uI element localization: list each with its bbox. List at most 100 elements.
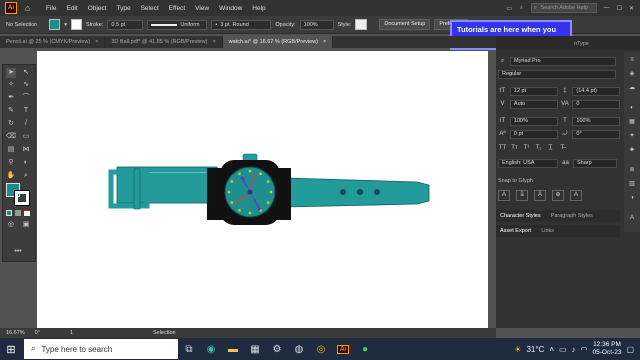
leading-field[interactable]: (14.4 pt) [572,87,620,96]
pen-tool-icon[interactable]: ✒ [6,93,16,103]
menu-window[interactable]: Window [214,5,247,12]
tab-links[interactable]: Links [541,228,554,234]
pencil-tool-icon[interactable]: ✎ [6,106,16,116]
eyedropper-tool-icon[interactable]: ⚲ [6,158,16,168]
color-icon[interactable]: ◐ [628,104,636,112]
strikethrough-icon[interactable]: T̶ [558,144,567,153]
tab-character-styles[interactable]: Character Styles [500,213,541,219]
chevron-down-icon[interactable]: ▾ [64,22,67,28]
direct-selection-tool-icon[interactable]: ↖ [21,68,31,78]
snap-glyph-bounds-icon[interactable]: Ä [534,190,546,201]
width-tool-icon[interactable]: ⋈ [21,145,31,155]
snap-xheight-icon[interactable]: ā [516,190,528,201]
libraries-icon[interactable]: ☁ [628,84,636,92]
settings-icon[interactable]: ⚙ [266,338,288,360]
close-icon[interactable]: × [323,39,326,45]
home-icon[interactable]: ⌂ [25,3,35,13]
clock[interactable]: 12:36 PM 05-Oct-23 [593,341,622,357]
brush-select[interactable]: • 3 pt. Round [211,19,272,30]
taskbar-search-input[interactable]: ⌕ Type here to search [24,339,178,359]
tab-3d-ball[interactable]: 3D Ball.pdf* @ 41.85 % (RGB/Preview) × [105,36,223,48]
watch-artwork[interactable] [37,51,488,328]
rotate-tool-icon[interactable]: ↻ [6,119,16,129]
tab-watch[interactable]: watch.ai* @ 16.67 % (RGB/Preview) × [222,36,334,48]
selection-tool-icon[interactable]: ➤ [6,68,16,78]
vertical-scale-field[interactable]: 100% [509,117,558,126]
rotation-view[interactable]: 0° [35,330,40,336]
file-explorer-icon[interactable]: ▬ [222,338,244,360]
volume-icon[interactable]: ♪ [572,345,576,354]
swatches-icon[interactable]: ▦ [628,118,636,126]
minimize-button[interactable]: — [604,5,610,11]
weather-icon[interactable]: ☀ [514,345,521,354]
rectangle-tool-icon[interactable]: ▭ [21,132,31,142]
steam-icon[interactable]: ◍ [288,338,310,360]
whatsapp-icon[interactable]: ● [354,338,376,360]
opacity-field[interactable]: 100% [299,19,334,30]
properties-icon[interactable]: ≡ [628,56,636,64]
font-family-select[interactable]: Myriad Pro [510,57,616,66]
character-icon[interactable]: A [628,214,636,222]
character-rotation-field[interactable]: 0° [572,130,620,139]
tab-asset-export[interactable]: Asset Export [500,228,531,234]
stroke-color-icon[interactable] [14,190,30,206]
gradient-mode-icon[interactable] [15,210,21,216]
subscript-icon[interactable]: T₁ [534,144,543,153]
artboard-navigator[interactable]: 1 [70,330,73,336]
illustrator-icon[interactable]: Ai [332,338,354,360]
menu-help[interactable]: Help [247,5,270,12]
arrange-documents-icon[interactable]: ▭ [506,5,512,12]
style-swatch[interactable] [355,19,368,30]
fill-swatch[interactable] [49,19,61,30]
language-select[interactable]: English: USA [498,159,558,168]
draw-mode-icon[interactable]: ◎ [6,220,16,230]
edit-toolbar-icon[interactable]: ••• [13,247,23,257]
maximize-button[interactable]: ☐ [617,5,622,12]
font-style-select[interactable]: Regular [498,70,616,79]
menu-view[interactable]: View [190,5,214,12]
baseline-shift-field[interactable]: 0 pt [509,130,558,139]
snap-baseline-icon[interactable]: Ā [498,190,510,201]
menu-type[interactable]: Type [111,5,135,12]
notifications-icon[interactable]: ▢ [626,345,634,354]
store-icon[interactable]: ▦ [244,338,266,360]
zoom-level[interactable]: 16.67% [6,330,25,336]
antialias-select[interactable]: Sharp [573,159,617,168]
menu-edit[interactable]: Edit [61,5,82,12]
symbols-icon[interactable]: ♣ [628,146,636,154]
type-tool-icon[interactable]: T [21,106,31,116]
edge-icon[interactable]: ◉ [200,338,222,360]
close-icon[interactable]: × [95,39,98,45]
lasso-tool-icon[interactable]: ∿ [21,80,31,90]
menu-file[interactable]: File [41,5,61,12]
close-button[interactable]: ✕ [629,5,634,12]
network-icon[interactable]: ▭ [559,345,567,354]
small-caps-icon[interactable]: Tт [510,144,519,153]
line-tool-icon[interactable]: / [21,119,31,129]
underline-icon[interactable]: T̲ [546,144,555,153]
temperature[interactable]: 31°C [526,345,544,354]
wifi-icon[interactable]: ◠ [581,345,588,354]
shape-builder-tool-icon[interactable]: ◐ [21,158,31,168]
stroke-icon[interactable]: ≣ [628,166,636,174]
close-icon[interactable]: × [212,39,215,45]
stroke-swatch[interactable] [70,19,82,30]
chrome-icon[interactable]: ◎ [310,338,332,360]
zoom-tool-icon[interactable]: ⌕ [21,171,31,181]
menu-object[interactable]: Object [83,5,112,12]
snap-proximity-icon[interactable]: ⊕ [552,190,564,201]
stroke-profile-select[interactable]: Uniform [147,19,208,30]
screen-mode-icon[interactable]: ▣ [21,220,31,230]
task-view-icon[interactable]: ⧉ [178,338,200,360]
font-size-field[interactable]: 12 pt [509,87,558,96]
menu-effect[interactable]: Effect [164,5,191,12]
transparency-icon[interactable]: ◑ [628,194,636,202]
menu-select[interactable]: Select [136,5,164,12]
help-search-input[interactable]: ⌕ Search Adobe Help [530,3,597,13]
tab-paragraph-styles[interactable]: Paragraph Styles [551,213,593,219]
magic-wand-tool-icon[interactable]: ✧ [6,80,16,90]
artboard[interactable] [37,51,488,328]
none-mode-icon[interactable] [24,210,30,216]
lightbulb-icon[interactable]: ♁ [519,5,524,11]
tab-pencil[interactable]: Pencil.ai @ 25 % (CMYK/Preview) × [0,36,106,48]
